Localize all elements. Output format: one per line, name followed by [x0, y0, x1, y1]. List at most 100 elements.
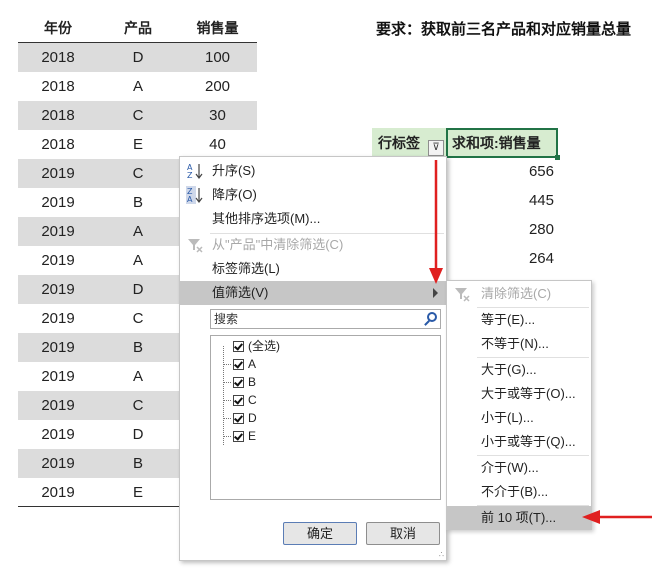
- submenu-top-10[interactable]: 前 10 项(T)...: [447, 506, 591, 530]
- filter-dropdown-button[interactable]: ⊽: [428, 140, 444, 156]
- pivot-value: 264: [528, 250, 554, 267]
- left-arrow-icon: [582, 510, 652, 524]
- cell-year: 2019: [41, 281, 75, 298]
- cell-product: A: [132, 223, 143, 240]
- submenu-label: 等于(E)...: [481, 312, 536, 327]
- requirement-text: 要求：获取前三名产品和对应销量总量: [376, 21, 632, 38]
- ok-button[interactable]: 确定: [283, 522, 357, 545]
- check-item-select-all[interactable]: (全选): [233, 337, 280, 355]
- tree-line: [223, 418, 231, 419]
- search-icon: [427, 312, 437, 322]
- cell-year: 2019: [41, 397, 75, 414]
- submenu-label: 清除筛选(C): [481, 286, 552, 301]
- cell-product: E: [132, 136, 143, 153]
- cell-year: 2019: [41, 484, 75, 501]
- check-item-c[interactable]: C: [233, 391, 257, 409]
- submenu-greater-than[interactable]: 大于(G)...: [447, 358, 591, 382]
- checkbox-checked-icon[interactable]: [233, 376, 244, 388]
- cell-sales: 100: [204, 49, 231, 66]
- sort-ascending-item[interactable]: AZ 升序(S): [180, 159, 446, 183]
- check-item-a[interactable]: A: [233, 355, 256, 373]
- submenu-label: 介于(W)...: [481, 460, 539, 475]
- header-product: 产品: [124, 20, 152, 36]
- table-row: 2018 E 40: [18, 130, 257, 159]
- check-item-label: (全选): [248, 339, 280, 353]
- more-sort-options-label: 其他排序选项(M)...: [212, 211, 321, 226]
- clear-filter-item[interactable]: 从"产品"中清除筛选(C): [180, 233, 446, 257]
- checkbox-checked-icon[interactable]: [233, 412, 244, 424]
- cell-year: 2019: [41, 310, 75, 327]
- cell-year: 2019: [41, 339, 75, 356]
- check-item-label: A: [248, 357, 257, 371]
- submenu-label: 不介于(B)...: [481, 484, 549, 499]
- checkbox-checked-icon[interactable]: [233, 358, 244, 370]
- submenu-less-than[interactable]: 小于(L)...: [447, 406, 591, 430]
- sort-descending-item[interactable]: ZA 降序(O): [180, 183, 446, 207]
- clear-filter-label: 从"产品"中清除筛选(C): [212, 237, 344, 252]
- more-sort-options-item[interactable]: 其他排序选项(M)...: [180, 207, 446, 231]
- tree-line: [223, 382, 231, 383]
- cell-year: 2019: [41, 455, 75, 472]
- tree-line: [223, 364, 231, 365]
- check-item-label: D: [248, 411, 257, 425]
- pivot-value-header[interactable]: 求和项:销售量: [446, 128, 560, 160]
- cell-sales: 30: [209, 107, 226, 124]
- tree-line: [223, 436, 231, 437]
- checkbox-checked-icon[interactable]: [233, 430, 244, 442]
- submenu-not-equals[interactable]: 不等于(N)...: [447, 332, 591, 356]
- submenu-label: 小于或等于(Q)...: [481, 434, 576, 449]
- svg-text:Z: Z: [187, 171, 193, 180]
- svg-text:A: A: [187, 195, 193, 204]
- sort-ascending-label: 升序(S): [212, 163, 256, 178]
- cell-product: D: [132, 49, 144, 66]
- cell-year: 2019: [41, 426, 75, 443]
- cell-product: D: [132, 281, 144, 298]
- table-header-row: 年份 产品 销售量: [18, 14, 257, 43]
- tree-line: [223, 400, 231, 401]
- submenu-equals[interactable]: 等于(E)...: [447, 308, 591, 332]
- search-placeholder: 搜索: [214, 312, 239, 326]
- submenu-clear-filter[interactable]: 清除筛选(C): [447, 282, 591, 306]
- submenu-not-between[interactable]: 不介于(B)...: [447, 480, 591, 504]
- sort-descending-label: 降序(O): [212, 187, 257, 202]
- pivot-value: 280: [528, 221, 554, 238]
- cell-product: B: [132, 455, 143, 472]
- header-sales: 销售量: [196, 20, 239, 36]
- check-item-d[interactable]: D: [233, 409, 257, 427]
- cell-year: 2019: [41, 368, 75, 385]
- cancel-button[interactable]: 取消: [366, 522, 440, 545]
- cell-sales: 40: [209, 136, 226, 153]
- label-filter-item[interactable]: 标签筛选(L): [180, 257, 446, 281]
- submenu-greater-or-equal[interactable]: 大于或等于(O)...: [447, 382, 591, 406]
- value-filter-label: 值筛选(V): [212, 285, 269, 300]
- cell-product: B: [132, 194, 143, 211]
- cell-product: C: [132, 310, 144, 327]
- resize-grip-icon[interactable]: ∴: [439, 551, 444, 559]
- check-item-b[interactable]: B: [233, 373, 256, 391]
- cell-year: 2019: [41, 194, 75, 211]
- submenu-less-or-equal[interactable]: 小于或等于(Q)...: [447, 430, 591, 454]
- cell-product: C: [132, 107, 144, 124]
- checkbox-checked-icon[interactable]: [233, 340, 244, 352]
- submenu-between[interactable]: 介于(W)...: [447, 456, 591, 480]
- cell-product: A: [132, 78, 143, 95]
- check-item-label: C: [248, 393, 257, 407]
- value-filter-submenu: 清除筛选(C) 等于(E)... 不等于(N)... 大于(G)... 大于或等…: [446, 280, 592, 530]
- clear-filter-icon: [453, 285, 471, 303]
- search-input[interactable]: 搜索: [210, 309, 441, 329]
- filter-menu: AZ 升序(S) ZA 降序(O) 其他排序选项(M)... 从"产品"中清除筛…: [179, 156, 447, 561]
- cell-year: 2019: [41, 165, 75, 182]
- submenu-label: 前 10 项(T)...: [481, 510, 557, 525]
- cell-year: 2018: [41, 136, 75, 153]
- check-item-e[interactable]: E: [233, 427, 256, 445]
- cell-year: 2018: [41, 78, 75, 95]
- pivot-value: 656: [528, 163, 554, 180]
- submenu-arrow-icon: [433, 288, 438, 298]
- table-row: 2018 D 100: [18, 43, 257, 72]
- cell-product: C: [132, 397, 144, 414]
- submenu-label: 不等于(N)...: [481, 336, 549, 351]
- value-filter-item[interactable]: 值筛选(V): [180, 281, 446, 305]
- table-row: 2018 C 30: [18, 101, 257, 130]
- cell-product: B: [132, 339, 143, 356]
- checkbox-checked-icon[interactable]: [233, 394, 244, 406]
